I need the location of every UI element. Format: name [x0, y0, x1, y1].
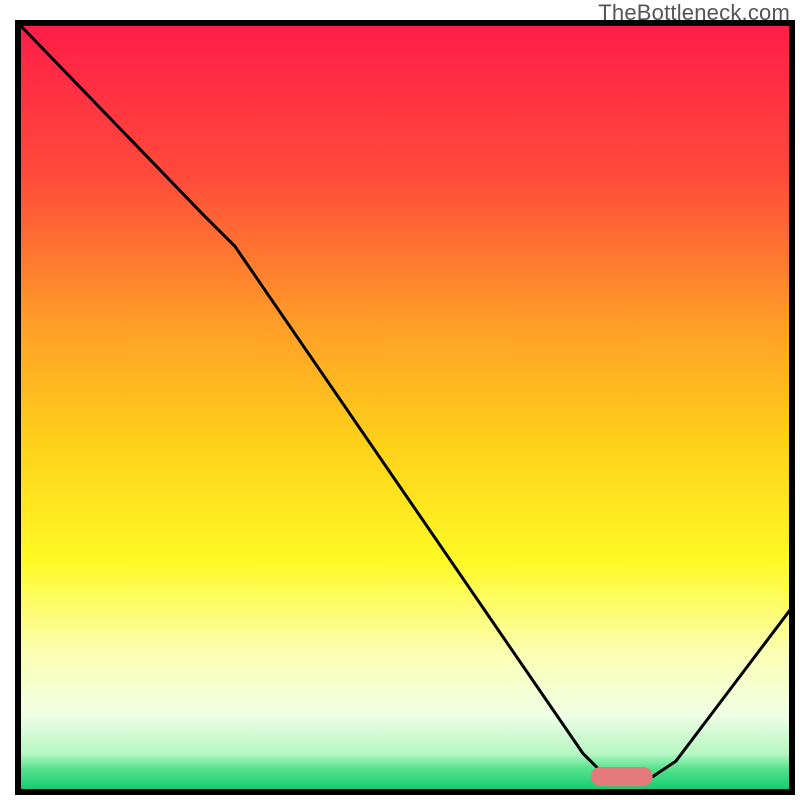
optimal-marker [591, 767, 653, 786]
chart-container: TheBottleneck.com [0, 0, 800, 800]
bottleneck-chart [0, 0, 800, 800]
gradient-background [18, 23, 792, 792]
